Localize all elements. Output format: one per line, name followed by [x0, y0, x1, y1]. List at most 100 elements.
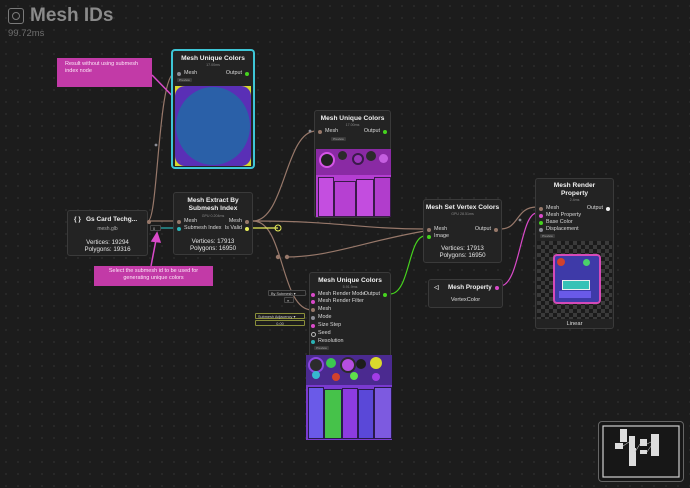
- is-valid-socket[interactable]: [245, 227, 249, 231]
- node-timing: GPU 28.51ms: [451, 212, 474, 216]
- mode-socket[interactable]: [311, 316, 315, 320]
- mesh-input-socket[interactable]: [427, 228, 431, 232]
- input-label-render-mode: Mesh Render Mode: [318, 291, 366, 297]
- gs-polygons: Polygons: 19316: [84, 246, 131, 253]
- mode-dropdown[interactable]: Submesh Adjacency ▾: [255, 313, 305, 319]
- minimap[interactable]: [598, 421, 684, 482]
- mesh-input-socket[interactable]: [177, 72, 181, 76]
- output-label: Output: [225, 70, 242, 76]
- filter-icon: ≡: [287, 299, 290, 303]
- setvc-vertices: Vertices: 17913: [441, 245, 484, 252]
- mesh-output-socket[interactable]: [245, 220, 249, 224]
- output-socket[interactable]: [383, 293, 387, 297]
- input-label-mode: Mode: [318, 314, 332, 320]
- seed-socket[interactable]: [311, 332, 316, 337]
- mesh-property-node[interactable]: ◁ Mesh Property VertexColor: [428, 279, 503, 308]
- size-step-socket[interactable]: [311, 324, 315, 328]
- input-label-displacement: Displacement: [546, 226, 579, 232]
- image-input-label: Image: [434, 233, 449, 239]
- preview-image: [175, 86, 251, 166]
- submesh-index-value: 0: [153, 227, 156, 231]
- node-timing: 17.00ms: [206, 63, 220, 67]
- render-filter-button[interactable]: ≡: [284, 297, 294, 303]
- render-filter-socket[interactable]: [311, 300, 315, 304]
- node-title: Mesh Property: [448, 284, 492, 291]
- gs-card-mesh-node[interactable]: { } Gs Card Techg... mesh.glb Vertices: …: [67, 210, 151, 256]
- output-label: Output: [363, 128, 380, 134]
- output-label: Output: [586, 205, 603, 211]
- output-label: Output: [474, 226, 491, 232]
- mesh-input-label: Mesh: [325, 128, 339, 134]
- property-output-socket[interactable]: [495, 286, 499, 290]
- node-title: Mesh Extract By Submesh Index: [187, 197, 239, 212]
- mesh-input-socket[interactable]: [318, 130, 322, 134]
- input-label-size-step: Size Step: [318, 322, 342, 328]
- node-title: Mesh Unique Colors: [181, 55, 245, 62]
- preview-toggle[interactable]: Preview: [331, 137, 346, 141]
- output-socket[interactable]: [606, 207, 610, 211]
- gs-vertices: Vertices: 19294: [86, 239, 129, 246]
- mesh-input-socket[interactable]: [311, 308, 315, 312]
- preview-toggle[interactable]: Preview: [314, 346, 329, 350]
- displacement-socket[interactable]: [539, 228, 543, 232]
- size-step-input[interactable]: 0.00: [255, 320, 305, 326]
- input-label-resolution: Resolution: [318, 338, 344, 344]
- render-mode-dropdown[interactable]: By Submesh ▾: [268, 290, 306, 296]
- node-title: Mesh Set Vertex Colors: [425, 204, 500, 211]
- is-valid-label: Is Valid: [224, 225, 242, 231]
- extract-vertices: Vertices: 17913: [191, 238, 235, 245]
- render-mode-socket[interactable]: [311, 293, 315, 297]
- extract-polygons: Polygons: 16950: [189, 245, 237, 252]
- mesh-extract-by-submesh-node[interactable]: Mesh Extract By Submesh Index GPU 0.204m…: [173, 192, 253, 255]
- render-mode-value: By Submesh ▾: [271, 292, 296, 296]
- mesh-unique-colors-node-bottom[interactable]: Mesh Unique Colors 5.91.9ms Output Mesh …: [306, 272, 392, 440]
- mesh-set-vertex-colors-node[interactable]: Mesh Set Vertex Colors GPU 28.51ms Mesh …: [423, 199, 502, 263]
- input-label-base-color: Base Color: [546, 219, 573, 225]
- node-title: Mesh Unique Colors: [320, 115, 385, 122]
- input-label-mesh: Mesh: [546, 205, 560, 211]
- image-input-socket[interactable]: [427, 235, 431, 239]
- mesh-output-label: Mesh: [228, 218, 242, 224]
- output-socket[interactable]: [494, 228, 498, 232]
- preview-toggle[interactable]: Preview: [540, 234, 555, 238]
- preview-image: [537, 241, 612, 319]
- gs-output-socket[interactable]: [147, 220, 151, 224]
- setvc-polygons: Polygons: 16950: [439, 252, 486, 259]
- output-socket[interactable]: [383, 130, 387, 134]
- preview-image: [316, 149, 391, 217]
- mesh-input-label: Mesh: [184, 70, 198, 76]
- input-label-render-filter: Mesh Render Filter: [318, 298, 364, 304]
- resolution-socket[interactable]: [311, 340, 315, 344]
- braces-icon: { }: [74, 216, 81, 223]
- mesh-unique-colors-node-mid[interactable]: Mesh Unique Colors 17.00ms Mesh Output P…: [314, 110, 391, 218]
- render-footer-label: Linear: [566, 321, 583, 327]
- node-timing: 5.91.9ms: [342, 285, 358, 289]
- preview-image: [306, 355, 392, 440]
- node-title: Mesh Unique Colors: [318, 277, 382, 284]
- mesh-property-socket[interactable]: [539, 214, 543, 218]
- submesh-index-label: Submesh Index: [184, 225, 222, 231]
- submesh-index-socket[interactable]: [177, 227, 181, 231]
- size-step-value: 0.00: [276, 322, 284, 326]
- input-label-mesh-property: Mesh Property: [546, 212, 582, 218]
- preview-toggle[interactable]: Preview: [177, 78, 192, 82]
- submesh-index-input[interactable]: 0: [150, 225, 161, 231]
- property-icon: ◁: [434, 285, 439, 291]
- gs-node-title: Gs Card Techg...: [86, 216, 138, 223]
- mesh-render-property-node[interactable]: Mesh Render Property 2.4ms Mesh Mesh Pro…: [535, 178, 614, 329]
- input-label-mesh: Mesh: [318, 306, 332, 312]
- node-title: Mesh Render Property: [553, 182, 596, 197]
- mesh-input-socket[interactable]: [539, 207, 543, 211]
- output-label: Output: [363, 291, 380, 297]
- property-value: VertexColor: [450, 297, 481, 303]
- mode-value: Submesh Adjacency ▾: [258, 315, 296, 319]
- mesh-input-label: Mesh: [184, 218, 198, 224]
- mesh-input-socket[interactable]: [177, 220, 181, 224]
- minimap-graphic: [602, 425, 680, 478]
- mesh-unique-colors-node-top[interactable]: Mesh Unique Colors 17.00ms Mesh Output P…: [172, 50, 254, 168]
- input-label-seed: Seed: [318, 330, 331, 336]
- gs-node-file: mesh.glb: [97, 226, 118, 232]
- base-color-socket[interactable]: [539, 221, 543, 225]
- output-socket[interactable]: [245, 72, 249, 76]
- node-timing: 2.4ms: [569, 198, 580, 202]
